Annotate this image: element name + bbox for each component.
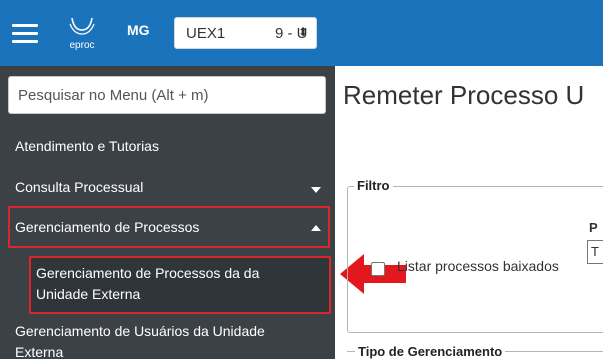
sidebar-item-consulta[interactable]: Consulta Processual	[0, 176, 335, 200]
unit-code: UEX1	[186, 25, 226, 42]
highlight-box-subitem	[29, 256, 331, 314]
eproc-logo-icon	[69, 17, 95, 35]
top-bar: eproc MG UEX1 9 - U ⬍	[0, 0, 603, 66]
state-label: MG	[127, 22, 150, 38]
sidebar: Atendimento e Tutorias Consulta Processu…	[0, 66, 335, 359]
menu-search-input[interactable]	[8, 76, 326, 114]
listar-baixados-checkbox[interactable]	[371, 262, 385, 276]
page-title: Remeter Processo U	[343, 80, 585, 110]
sidebar-item-label: Gerenciamento de Processos	[15, 219, 200, 235]
filter-field-label: P	[589, 220, 598, 235]
sidebar-item-label-line-2: Externa	[15, 344, 64, 359]
sidebar-item-label: Consulta Processual	[15, 179, 144, 195]
sidebar-item-gerenciamento[interactable]: Gerenciamento de Processos	[0, 209, 335, 245]
eproc-logo[interactable]: eproc	[62, 16, 102, 56]
listar-baixados-label: Listar processos baixados	[397, 258, 559, 274]
sidebar-item-usuarios[interactable]: Gerenciamento de Usuários da Unidade Ext…	[0, 321, 335, 359]
logo-text: eproc	[69, 40, 95, 51]
hamburger-menu-icon[interactable]	[12, 24, 38, 44]
sidebar-item-label: Atendimento e Tutorias	[15, 138, 159, 154]
chevron-down-icon	[311, 187, 321, 193]
tipo-gerenciamento-legend: Tipo de Gerenciamento	[355, 344, 506, 359]
filter-legend: Filtro	[354, 178, 393, 193]
filter-select[interactable]: T	[587, 240, 603, 264]
sidebar-item-label-line-1: Gerenciamento de Usuários da Unidade	[15, 323, 265, 339]
unit-select[interactable]: UEX1 9 - U ⬍	[174, 17, 317, 49]
sidebar-item-atendimento[interactable]: Atendimento e Tutorias	[0, 136, 335, 158]
select-arrows-icon: ⬍	[298, 25, 309, 39]
chevron-up-icon	[311, 225, 321, 231]
